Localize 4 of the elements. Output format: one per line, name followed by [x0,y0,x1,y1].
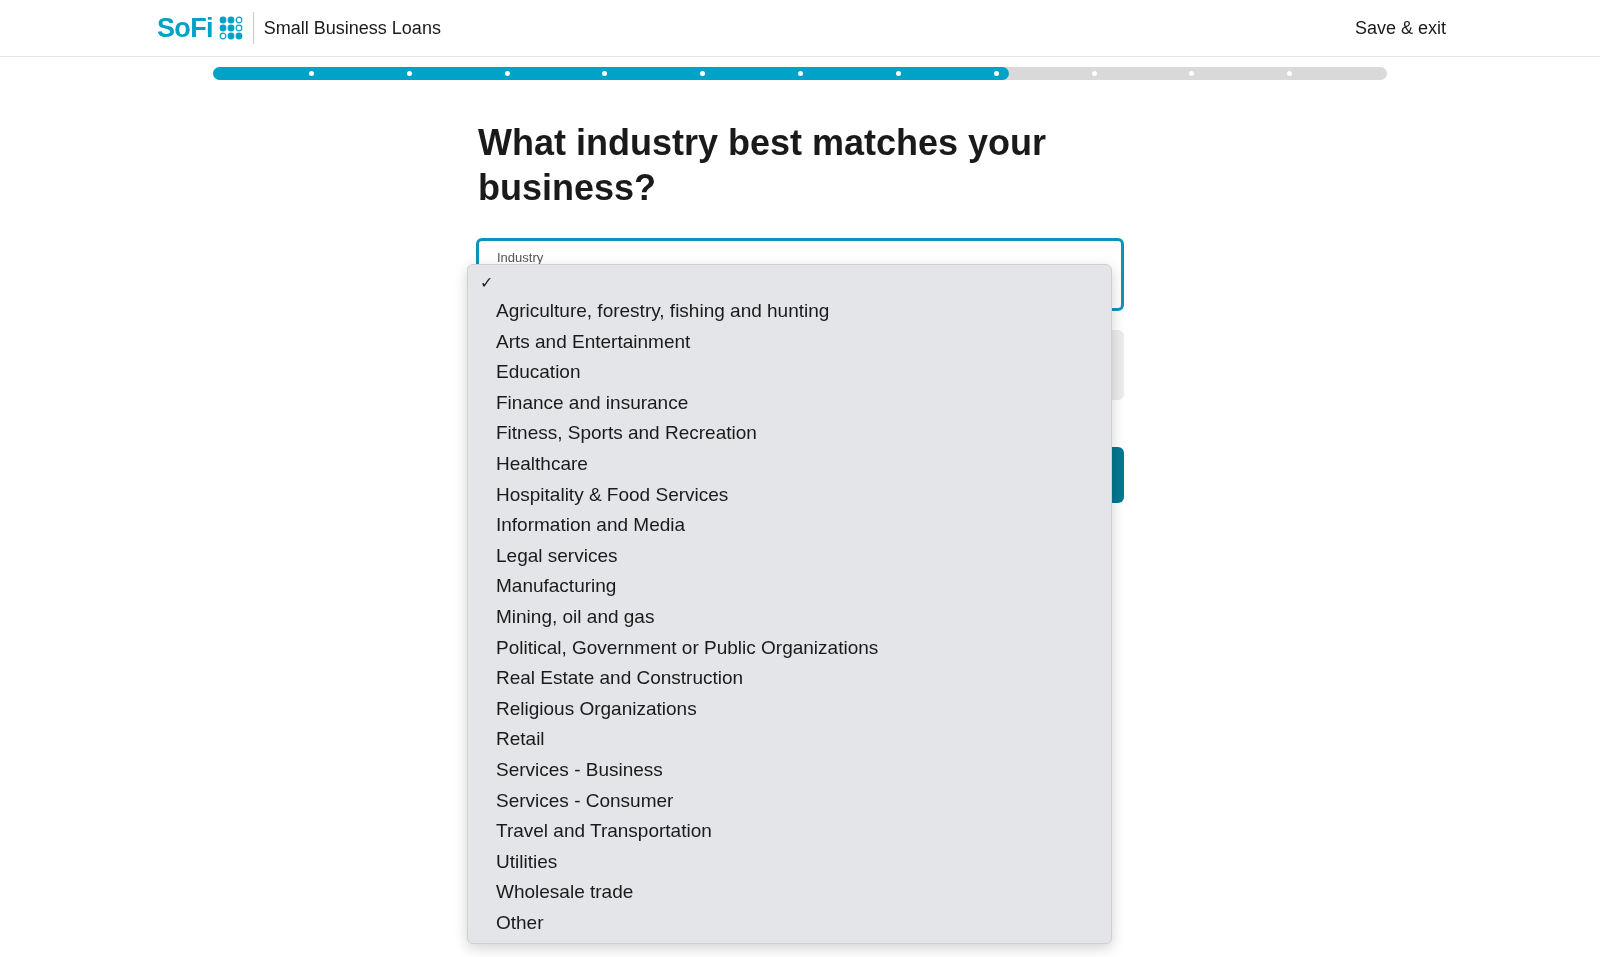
check-icon: ✓ [480,271,493,295]
question-heading: What industry best matches your business? [477,121,1048,210]
product-title: Small Business Loans [263,16,441,40]
field-label: Industry [497,251,544,265]
